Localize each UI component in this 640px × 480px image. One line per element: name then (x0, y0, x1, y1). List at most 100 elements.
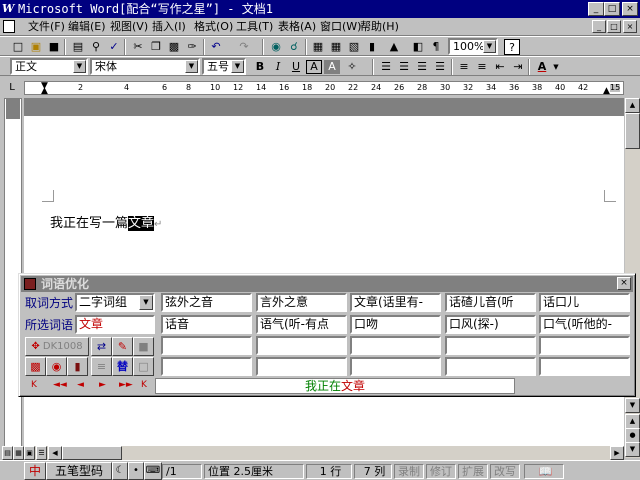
hyperlink-icon[interactable]: ☌ (286, 39, 302, 55)
scroll-right-icon[interactable]: ▶ (610, 446, 624, 460)
close-button[interactable]: × (622, 2, 638, 16)
replace-button[interactable]: 替 (112, 357, 133, 376)
menu-help[interactable]: 帮助(H) (360, 20, 399, 34)
paste-icon[interactable]: ▩ (166, 39, 182, 55)
suggestion-cell[interactable]: 口气(听他的- (539, 315, 630, 334)
nav-last-icon[interactable]: K (141, 380, 147, 390)
suggestion-cell[interactable]: 弦外之音 (161, 293, 252, 312)
suggestion-cell-empty[interactable] (350, 336, 441, 355)
columns-icon[interactable]: ▮ (364, 39, 380, 55)
doc-restore-button[interactable]: □ (607, 20, 621, 33)
format-painter-icon[interactable]: ✑ (184, 39, 200, 55)
paste-icon[interactable]: ▩ (25, 357, 46, 376)
suggestion-cell[interactable]: 语气(听-有点 (256, 315, 347, 334)
horizontal-scrollbar[interactable]: ▤ ▦ ▣ ☰ ◀ ▶ (2, 446, 624, 460)
soft-keyboard-icon[interactable]: ⌨ (144, 462, 162, 480)
numbering-icon[interactable]: ≡ (456, 59, 472, 75)
list-icon[interactable]: ≡ (91, 357, 112, 376)
hscroll-thumb[interactable] (62, 446, 122, 460)
suggestion-cell[interactable]: 话口儿 (539, 293, 630, 312)
stop-icon[interactable]: ◉ (46, 357, 67, 376)
word-optimizer-titlebar[interactable]: 词语优化 × (21, 276, 633, 292)
optimizer-close-button[interactable]: × (617, 277, 631, 290)
doc-minimize-button[interactable]: _ (592, 20, 606, 33)
align-center-icon[interactable]: ☰ (396, 59, 412, 75)
select-browse-object-icon[interactable]: ● (625, 428, 640, 443)
insert-excel-icon[interactable]: ▧ (346, 39, 362, 55)
half-width-moon-icon[interactable]: ☾ (112, 462, 128, 480)
show-hide-icon[interactable]: ¶ (428, 39, 444, 55)
bullets-icon[interactable]: ≡ (474, 59, 490, 75)
font-size-combo[interactable]: 五号 ▼ (202, 58, 246, 75)
normal-view-icon[interactable]: ▤ (2, 446, 13, 460)
chevron-down-icon[interactable]: ▼ (548, 59, 564, 75)
tab-stop-selector[interactable]: L (4, 80, 20, 96)
font-combo[interactable]: 宋体 ▼ (90, 58, 200, 75)
print-preview-icon[interactable]: ⚲ (88, 39, 104, 55)
menu-format[interactable]: 格式(O) (194, 20, 233, 34)
chevron-down-icon[interactable]: ▼ (483, 40, 496, 53)
char-border-button[interactable]: A (306, 60, 322, 74)
suggestion-cell-empty[interactable] (256, 336, 347, 355)
next-page-icon[interactable]: ▼ (625, 442, 640, 457)
chevron-down-icon[interactable]: ▼ (231, 60, 244, 73)
page-view-icon[interactable]: ▣ (24, 446, 35, 460)
web-view-icon[interactable]: ▦ (13, 446, 24, 460)
doc-close-button[interactable]: × (623, 20, 637, 33)
suggestion-cell-empty[interactable] (161, 336, 252, 355)
maximize-button[interactable]: □ (604, 2, 620, 16)
suggestion-cell-empty[interactable] (539, 336, 630, 355)
revision-indicator[interactable]: 修订 (426, 464, 456, 479)
scroll-thumb[interactable] (625, 113, 640, 149)
insert-table-icon[interactable]: ▦ (328, 39, 344, 55)
nav-first-icon[interactable]: K (31, 380, 37, 390)
sort-icon[interactable]: ⇄ (91, 337, 112, 356)
copy-icon[interactable]: ❐ (148, 39, 164, 55)
document-text[interactable]: 我正在写一篇文章↵ (50, 216, 162, 233)
suggestion-cell-empty[interactable] (445, 357, 536, 376)
align-left-icon[interactable]: ☰ (378, 59, 394, 75)
document-map-icon[interactable]: ◧ (410, 39, 426, 55)
suggestion-cell-empty[interactable] (256, 357, 347, 376)
chevron-down-icon[interactable]: ▼ (185, 60, 198, 73)
justify-icon[interactable]: ☰ (432, 59, 448, 75)
suggestion-cell-empty[interactable] (539, 357, 630, 376)
bold-button[interactable]: B (252, 59, 268, 75)
menu-tools[interactable]: 工具(T) (236, 20, 273, 34)
suggestion-cell[interactable]: 口吻 (350, 315, 441, 334)
suggestion-cell-empty[interactable] (161, 357, 252, 376)
scroll-left-icon[interactable]: ◀ (48, 446, 62, 460)
nav-prev-page-icon[interactable]: ◄◄ (53, 380, 67, 390)
suggestion-cell[interactable]: 话音 (161, 315, 252, 334)
menu-edit[interactable]: 编辑(E) (68, 20, 106, 34)
minimize-button[interactable]: _ (588, 2, 604, 16)
book-icon[interactable]: ▮ (67, 357, 88, 376)
ime-name[interactable]: 五笔型码 (46, 462, 112, 480)
suggestion-cell[interactable]: 言外之意 (256, 293, 347, 312)
suggestion-cell-empty[interactable] (350, 357, 441, 376)
menu-window[interactable]: 窗口(W) (320, 20, 361, 34)
suggestion-cell-empty[interactable] (445, 336, 536, 355)
extend-indicator[interactable]: 扩展 (458, 464, 488, 479)
mode-select[interactable]: 二字词组 ▼ (75, 293, 155, 312)
new-document-icon[interactable]: □ (10, 39, 26, 55)
word-app-icon[interactable]: W (2, 2, 16, 16)
print-icon[interactable]: ▤ (70, 39, 86, 55)
chevron-down-icon[interactable]: ▼ (139, 295, 153, 310)
suggestion-cell[interactable]: 口风(探-) (445, 315, 536, 334)
cut-icon[interactable]: ✂ (130, 39, 146, 55)
zoom-combo[interactable]: 100% ▼ (448, 38, 498, 55)
increase-indent-icon[interactable]: ⇥ (510, 59, 526, 75)
document-icon[interactable]: □ (133, 357, 154, 376)
help-icon[interactable]: ? (504, 39, 520, 55)
char-shading-button[interactable]: A (324, 60, 340, 74)
selected-word[interactable]: 文章 (128, 216, 155, 231)
left-indent-marker[interactable]: ▲ (41, 87, 48, 96)
open-folder-icon[interactable]: ▣ (28, 39, 44, 55)
spelling-status-book-icon[interactable]: 📖 (524, 464, 564, 479)
menu-view[interactable]: 视图(V) (110, 20, 148, 34)
scroll-down-icon[interactable]: ▼ (625, 398, 640, 413)
decrease-indent-icon[interactable]: ⇤ (492, 59, 508, 75)
overwrite-indicator[interactable]: 改写 (490, 464, 520, 479)
nav-prev-icon[interactable]: ◄ (77, 380, 84, 390)
